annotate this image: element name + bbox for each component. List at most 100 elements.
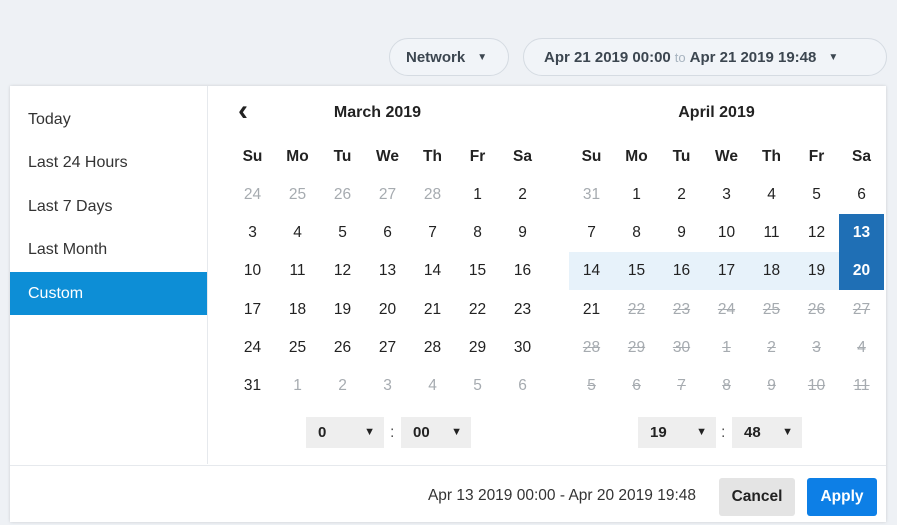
weekday-header: Sa xyxy=(852,148,871,165)
time-separator: : xyxy=(390,424,395,441)
day-cell: 27 xyxy=(852,300,871,318)
day-cell[interactable]: 28 xyxy=(410,176,455,214)
day-cell[interactable]: 5 xyxy=(320,214,365,252)
day-cell[interactable]: 3 xyxy=(704,176,749,214)
date-range-picker-panel: Today Last 24 Hours Last 7 Days Last Month C… xyxy=(10,86,886,522)
date-range-dropdown[interactable]: Apr 21 2019 00:00 to Apr 21 2019 19:48 ▼ xyxy=(523,38,887,76)
day-cell[interactable]: 14 xyxy=(569,252,614,291)
day-cell[interactable]: 3 xyxy=(230,214,275,252)
dropdown-arrow-icon: ▼ xyxy=(782,426,793,438)
day-cell[interactable]: 5 xyxy=(455,367,500,405)
day-cell[interactable]: 4 xyxy=(410,367,455,405)
preset-today[interactable]: Today xyxy=(10,98,207,141)
day-cell[interactable]: 12 xyxy=(320,252,365,290)
preset-last-24-hours[interactable]: Last 24 Hours xyxy=(10,141,207,184)
day-cell[interactable]: 6 xyxy=(500,367,545,405)
day-cell[interactable]: 29 xyxy=(455,329,500,367)
preset-last-7-days[interactable]: Last 7 Days xyxy=(10,185,207,228)
hour-select[interactable]: 0 ▼ xyxy=(306,417,384,448)
day-cell: 10 xyxy=(807,377,826,394)
weekday-header: Fr xyxy=(469,148,486,165)
day-cell[interactable]: 17 xyxy=(704,252,749,291)
apply-button[interactable]: Apply xyxy=(807,478,877,516)
caret-down-icon: ▼ xyxy=(477,51,488,63)
day-cell[interactable]: 21 xyxy=(410,291,455,329)
day-cell[interactable]: 2 xyxy=(320,367,365,405)
day-cell[interactable]: 24 xyxy=(230,329,275,367)
day-cell[interactable]: 16 xyxy=(500,252,545,290)
day-cell[interactable]: 13 xyxy=(839,214,884,253)
day-cell[interactable]: 11 xyxy=(275,252,320,290)
weekday-header: Fr xyxy=(808,148,825,165)
day-cell[interactable]: 31 xyxy=(569,176,614,214)
day-cell: 26 xyxy=(807,300,826,318)
cancel-button[interactable]: Cancel xyxy=(719,478,795,516)
day-cell[interactable]: 10 xyxy=(704,214,749,252)
preset-sidebar: Today Last 24 Hours Last 7 Days Last Month C… xyxy=(10,86,208,464)
day-cell[interactable]: 23 xyxy=(500,291,545,329)
day-cell[interactable]: 9 xyxy=(500,214,545,252)
day-cell[interactable]: 25 xyxy=(275,329,320,367)
day-cell[interactable]: 1 xyxy=(275,367,320,405)
day-cell[interactable]: 17 xyxy=(230,291,275,329)
day-cell[interactable]: 26 xyxy=(320,329,365,367)
dropdown-arrow-icon: ▼ xyxy=(696,426,707,438)
day-cell[interactable]: 18 xyxy=(749,252,794,291)
day-cell[interactable]: 6 xyxy=(365,214,410,252)
weekday-header: Th xyxy=(762,148,781,165)
day-cell[interactable]: 30 xyxy=(500,329,545,367)
preset-last-month[interactable]: Last Month xyxy=(10,228,207,271)
network-label: Network xyxy=(406,48,466,66)
day-cell: 1 xyxy=(722,338,731,356)
day-cell[interactable]: 15 xyxy=(614,252,659,291)
day-cell[interactable]: 19 xyxy=(320,291,365,329)
day-cell[interactable]: 21 xyxy=(569,291,614,329)
day-cell[interactable]: 26 xyxy=(320,176,365,214)
day-cell[interactable]: 20 xyxy=(365,291,410,329)
day-cell[interactable]: 12 xyxy=(794,214,839,252)
day-cell: 29 xyxy=(627,338,646,356)
day-cell[interactable]: 15 xyxy=(455,252,500,290)
day-cell[interactable]: 1 xyxy=(614,176,659,214)
day-cell: 2 xyxy=(767,338,776,356)
day-cell: 22 xyxy=(627,300,646,318)
day-cell[interactable]: 10 xyxy=(230,252,275,290)
day-cell[interactable]: 11 xyxy=(749,214,794,252)
day-cell[interactable]: 3 xyxy=(365,367,410,405)
day-cell[interactable]: 22 xyxy=(455,291,500,329)
day-cell[interactable]: 2 xyxy=(500,176,545,214)
network-dropdown[interactable]: Network ▼ xyxy=(389,38,509,76)
day-cell[interactable]: 13 xyxy=(365,252,410,290)
preset-custom[interactable]: Custom xyxy=(10,272,207,315)
day-cell[interactable]: 27 xyxy=(365,176,410,214)
day-cell[interactable]: 18 xyxy=(275,291,320,329)
day-cell[interactable]: 7 xyxy=(569,214,614,252)
day-cell[interactable]: 9 xyxy=(659,214,704,252)
day-cell[interactable]: 28 xyxy=(410,329,455,367)
minute-select[interactable]: 00 ▼ xyxy=(401,417,471,448)
day-cell[interactable]: 19 xyxy=(794,252,839,291)
day-cell[interactable]: 16 xyxy=(659,252,704,291)
month-title: April 2019 xyxy=(678,104,755,121)
day-cell[interactable]: 7 xyxy=(410,214,455,252)
day-cell[interactable]: 24 xyxy=(230,176,275,214)
day-cell[interactable]: 4 xyxy=(749,176,794,214)
range-start: Apr 21 2019 00:00 xyxy=(544,48,671,66)
day-cell[interactable]: 25 xyxy=(275,176,320,214)
weekday-header: Sa xyxy=(513,148,532,165)
day-cell[interactable]: 5 xyxy=(794,176,839,214)
day-cell[interactable]: 14 xyxy=(410,252,455,290)
day-cell[interactable]: 4 xyxy=(275,214,320,252)
day-cell[interactable]: 2 xyxy=(659,176,704,214)
day-cell[interactable]: 27 xyxy=(365,329,410,367)
dropdown-arrow-icon: ▼ xyxy=(364,426,375,438)
day-cell[interactable]: 6 xyxy=(839,176,884,214)
day-cell[interactable]: 20 xyxy=(839,252,884,291)
minute-select[interactable]: 48 ▼ xyxy=(732,417,802,448)
hour-select[interactable]: 19 ▼ xyxy=(638,417,716,448)
day-cell[interactable]: 8 xyxy=(614,214,659,252)
day-cell[interactable]: 8 xyxy=(455,214,500,252)
day-cell[interactable]: 31 xyxy=(230,367,275,405)
day-cell[interactable]: 1 xyxy=(455,176,500,214)
day-cell: 9 xyxy=(767,377,776,394)
